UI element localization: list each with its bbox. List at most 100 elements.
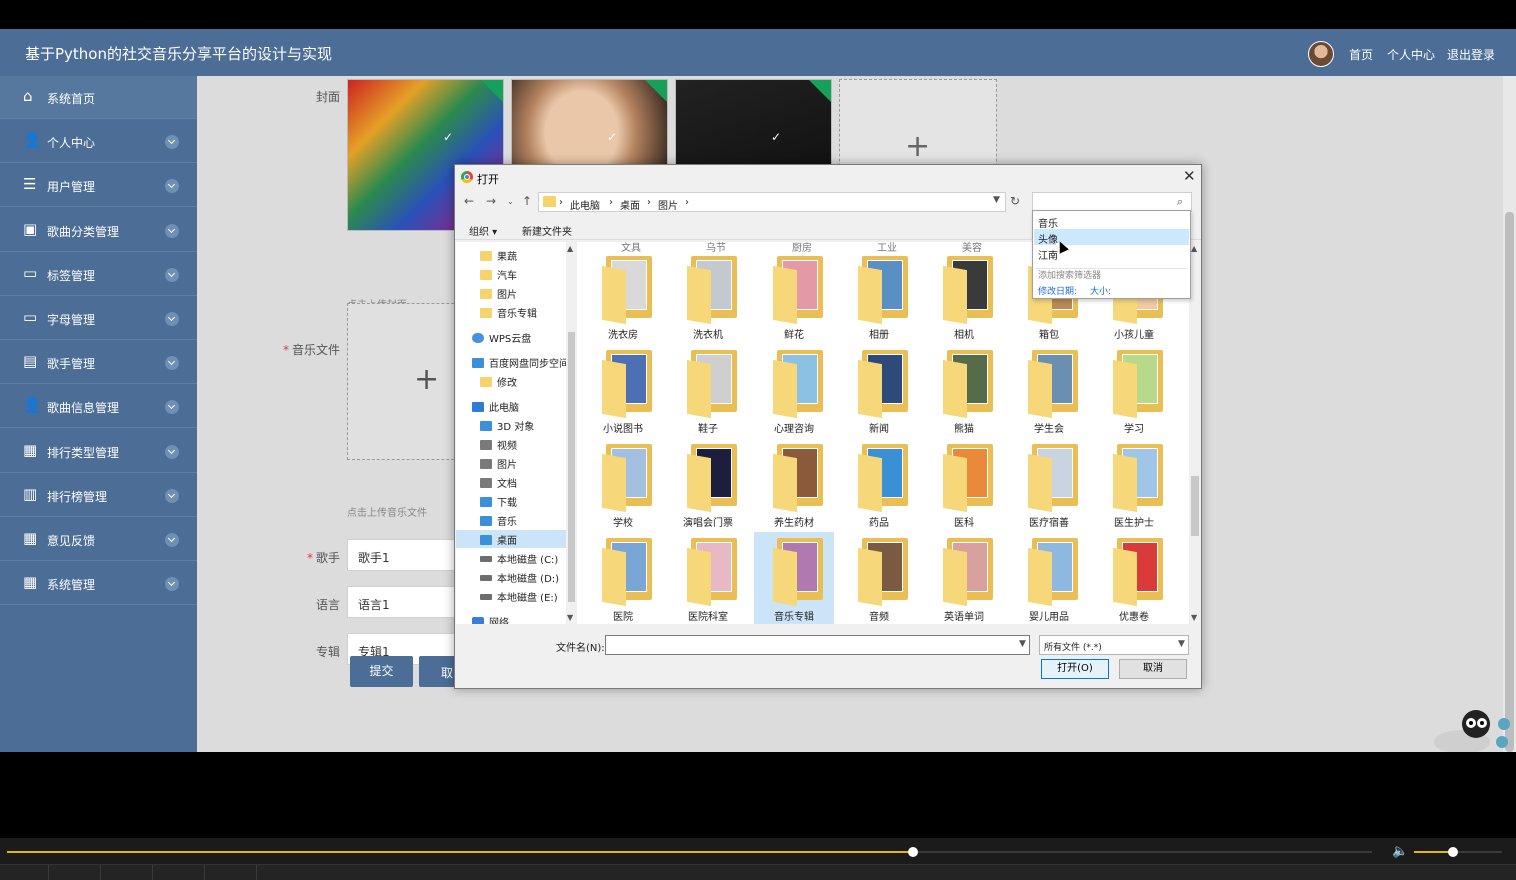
forward-arrow-icon[interactable]: →: [486, 194, 496, 208]
address-bar[interactable]: › 此电脑 › 桌面 › 图片 › ▼: [538, 192, 1006, 212]
tree-item[interactable]: 桌面: [456, 530, 566, 548]
file-folder[interactable]: 医疗宿善: [1009, 438, 1089, 530]
sidebar-item-1[interactable]: 👤 个人中心: [0, 120, 197, 164]
file-folder[interactable]: 养生药材: [754, 438, 834, 530]
filename-input[interactable]: ▼: [605, 635, 1030, 655]
tree-item[interactable]: 图片: [456, 454, 566, 472]
sidebar-item-4[interactable]: ▭ 标签管理: [0, 253, 197, 296]
filter-size[interactable]: 大小:: [1090, 284, 1111, 297]
tree-item[interactable]: 3D 对象: [456, 416, 566, 434]
recent-chevron-icon[interactable]: ⌄: [507, 197, 514, 206]
scroll-down-icon[interactable]: ▼: [1191, 613, 1197, 622]
tree-item[interactable]: 此电脑: [456, 397, 566, 415]
submit-button[interactable]: 提交: [350, 656, 413, 687]
close-icon[interactable]: ✕: [1183, 167, 1196, 185]
language-input[interactable]: 语言1: [347, 586, 467, 618]
tree-item[interactable]: 修改: [456, 372, 566, 390]
file-folder[interactable]: 鞋子: [668, 344, 748, 436]
file-folder[interactable]: 药品: [839, 438, 919, 530]
file-folder[interactable]: 学校: [583, 438, 663, 530]
sidebar-item-3[interactable]: ▣ 歌曲分类管理: [0, 209, 197, 252]
file-folder[interactable]: 音乐专辑: [754, 532, 834, 624]
tree-item[interactable]: 网络: [456, 612, 566, 624]
tree-scrollbar-thumb[interactable]: [568, 332, 575, 602]
mascot-icon[interactable]: [1432, 704, 1512, 752]
refresh-icon[interactable]: ↻: [1010, 194, 1020, 208]
file-folder[interactable]: 英语单词: [924, 532, 1004, 624]
page-scrollbar-thumb[interactable]: [1505, 212, 1514, 752]
tree-item[interactable]: 视频: [456, 435, 566, 453]
tree-item[interactable]: 汽车: [456, 265, 566, 283]
sidebar-item-2[interactable]: ☰ 用户管理: [0, 164, 197, 208]
progress-handle[interactable]: [908, 847, 919, 857]
chevron-down-icon[interactable]: ▼: [1019, 639, 1026, 649]
avatar[interactable]: [1308, 41, 1334, 67]
breadcrumb-desktop[interactable]: 桌面: [620, 197, 640, 212]
file-folder[interactable]: 小说图书: [583, 344, 663, 436]
tree-item[interactable]: 音乐专辑: [456, 303, 566, 321]
sidebar-item-7[interactable]: 👤 歌曲信息管理: [0, 385, 197, 429]
file-folder[interactable]: 医院: [583, 532, 663, 624]
files-scrollbar-thumb[interactable]: [1191, 476, 1199, 536]
tree-item[interactable]: 果蔬: [456, 246, 566, 264]
file-type-select[interactable]: 所有文件 (*.*) ▼: [1039, 635, 1189, 655]
file-folder[interactable]: 心理咨询: [754, 344, 834, 436]
file-folder[interactable]: 熊猫: [924, 344, 1004, 436]
scroll-up-icon[interactable]: ▲: [567, 244, 573, 253]
progress-bar[interactable]: [7, 847, 1372, 857]
tree-item[interactable]: 百度网盘同步空间: [456, 353, 566, 371]
file-folder[interactable]: 演唱会门票: [668, 438, 748, 530]
tree-item[interactable]: 本地磁盘 (E:): [456, 587, 566, 605]
file-folder[interactable]: 新闻: [839, 344, 919, 436]
scroll-down-icon[interactable]: ▼: [567, 613, 573, 622]
file-folder[interactable]: 医生护士: [1094, 438, 1174, 530]
files-scrollbar[interactable]: ▲ ▼: [1189, 242, 1201, 624]
open-button[interactable]: 打开(O): [1041, 659, 1109, 679]
file-folder[interactable]: 婴儿用品: [1009, 532, 1089, 624]
singer-input[interactable]: 歌手1: [347, 539, 467, 571]
sidebar-item-10[interactable]: ▦ 意见反馈: [0, 518, 197, 561]
tree-item[interactable]: 下载: [456, 492, 566, 510]
chevron-down-icon[interactable]: ▼: [993, 195, 1000, 205]
tree-scrollbar[interactable]: ▲ ▼: [566, 242, 576, 624]
breadcrumb-this-pc[interactable]: 此电脑: [570, 197, 600, 212]
file-folder[interactable]: 学习: [1094, 344, 1174, 436]
dialog-cancel-button[interactable]: 取消: [1119, 659, 1187, 679]
logout-link[interactable]: 退出登录: [1447, 46, 1495, 63]
organize-menu[interactable]: 组织 ▾: [469, 223, 497, 238]
file-folder[interactable]: 洗衣房: [583, 250, 663, 342]
home-link[interactable]: 首页: [1349, 46, 1373, 63]
cancel-button[interactable]: 取: [419, 656, 459, 687]
tree-item[interactable]: 音乐: [456, 511, 566, 529]
profile-link[interactable]: 个人中心: [1387, 46, 1435, 63]
file-folder[interactable]: 音频: [839, 532, 919, 624]
search-input[interactable]: ⌕: [1032, 192, 1192, 212]
new-folder-button[interactable]: 新建文件夹: [522, 223, 572, 238]
file-folder[interactable]: 医科: [924, 438, 1004, 530]
tree-item[interactable]: WPS云盘: [456, 328, 566, 346]
file-folder[interactable]: 相机: [924, 250, 1004, 342]
suggestion-item[interactable]: 音乐: [1034, 213, 1189, 230]
page-scrollbar[interactable]: [1503, 76, 1516, 752]
file-folder[interactable]: 洗衣机: [668, 250, 748, 342]
volume-icon[interactable]: 🔈: [1392, 844, 1408, 859]
up-arrow-icon[interactable]: ↑: [522, 194, 532, 208]
file-folder[interactable]: 医院科室: [668, 532, 748, 624]
file-folder[interactable]: 鲜花: [754, 250, 834, 342]
back-arrow-icon[interactable]: ←: [464, 194, 474, 208]
filter-date-modified[interactable]: 修改日期:: [1038, 284, 1077, 297]
volume-slider[interactable]: [1414, 847, 1502, 857]
tree-item[interactable]: 本地磁盘 (C:): [456, 549, 566, 567]
sidebar-item-8[interactable]: ▦ 排行类型管理: [0, 430, 197, 473]
tree-item[interactable]: 本地磁盘 (D:): [456, 568, 566, 586]
volume-handle[interactable]: [1447, 847, 1458, 857]
sidebar-item-5[interactable]: ▭ 字母管理: [0, 297, 197, 340]
sidebar-item-11[interactable]: ▦ 系统管理: [0, 562, 197, 606]
tree-item[interactable]: 文档: [456, 473, 566, 491]
file-folder[interactable]: 学生会: [1009, 344, 1089, 436]
file-folder[interactable]: 相册: [839, 250, 919, 342]
sidebar-item-6[interactable]: ▤ 歌手管理: [0, 341, 197, 385]
tree-item[interactable]: 图片: [456, 284, 566, 302]
sidebar-item-9[interactable]: ▥ 排行榜管理: [0, 474, 197, 517]
breadcrumb-pictures[interactable]: 图片: [658, 197, 678, 212]
